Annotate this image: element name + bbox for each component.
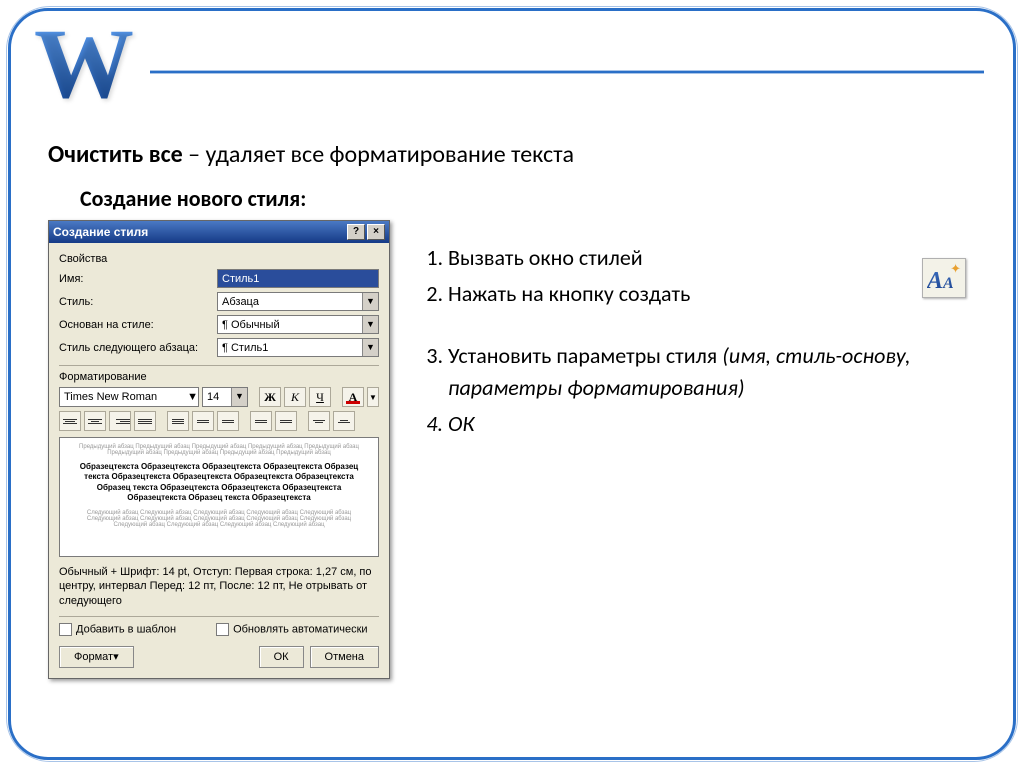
new-style-icon[interactable]: ✦ AA xyxy=(922,258,966,298)
label-style: Стиль: xyxy=(59,296,209,308)
basedon-combo[interactable]: ¶ Обычный▼ xyxy=(217,315,379,334)
header-rule xyxy=(150,70,984,74)
preview-sample: Образецтекста Образецтекста Образецтекст… xyxy=(74,462,364,504)
group-properties: Свойства xyxy=(59,253,379,265)
chevron-down-icon: ▼ xyxy=(362,339,378,356)
cancel-button[interactable]: Отмена xyxy=(310,646,379,668)
chevron-down-icon: ▼ xyxy=(187,391,198,403)
nextpara-combo[interactable]: ¶ Стиль1▼ xyxy=(217,338,379,357)
dialog-title: Создание стиля xyxy=(53,225,148,239)
heading: Очистить все – удаляет все форматировани… xyxy=(48,140,976,169)
font-size-combo[interactable]: 14▼ xyxy=(202,387,248,407)
dialog-titlebar: Создание стиля ? × xyxy=(49,221,389,243)
linespacing-15-button[interactable] xyxy=(192,411,214,431)
name-field[interactable]: Стиль1 xyxy=(217,269,379,288)
italic-button[interactable]: К xyxy=(284,387,306,407)
step-1: Вызвать окно стилей xyxy=(448,242,976,274)
chevron-down-icon: ▼ xyxy=(362,293,378,310)
steps-list: Вызвать окно стилей Нажать на кнопку соз… xyxy=(420,242,976,443)
heading-bold: Очистить все xyxy=(48,140,183,169)
linespacing-2-button[interactable] xyxy=(217,411,239,431)
heading-rest: – удаляет все форматирование текста xyxy=(183,140,574,169)
content: Очистить все – удаляет все форматировани… xyxy=(48,140,976,728)
step-3: Установить параметры стиля (имя, стиль-о… xyxy=(448,340,976,404)
underline-button[interactable]: Ч xyxy=(309,387,331,407)
ok-button[interactable]: ОК xyxy=(259,646,304,668)
space-before-inc-button[interactable] xyxy=(250,411,272,431)
font-color-button[interactable]: A xyxy=(342,387,364,407)
indent-dec-button[interactable] xyxy=(308,411,330,431)
align-right-button[interactable] xyxy=(109,411,131,431)
style-combo[interactable]: Абзаца▼ xyxy=(217,292,379,311)
letters-aa-icon: AA xyxy=(927,268,954,295)
subheading: Создание нового стиля: xyxy=(80,185,976,212)
label-nextpara: Стиль следующего абзаца: xyxy=(59,342,209,354)
help-button[interactable]: ? xyxy=(347,224,365,240)
align-left-button[interactable] xyxy=(59,411,81,431)
font-name-combo[interactable]: Times New Roman▼ xyxy=(59,387,199,407)
chevron-down-icon[interactable]: ▼ xyxy=(367,387,379,407)
group-formatting: Форматирование xyxy=(59,371,379,383)
chevron-down-icon: ▼ xyxy=(362,316,378,333)
space-before-dec-button[interactable] xyxy=(275,411,297,431)
align-justify-button[interactable] xyxy=(134,411,156,431)
linespacing-1-button[interactable] xyxy=(167,411,189,431)
word-logo: W xyxy=(34,24,134,104)
indent-inc-button[interactable] xyxy=(333,411,355,431)
create-style-dialog: Создание стиля ? × Свойства Имя: Стиль1 … xyxy=(48,220,390,679)
step-2: Нажать на кнопку создать xyxy=(448,278,976,310)
preview-box: Предыдущий абзац Предыдущий абзац Предыд… xyxy=(59,437,379,557)
label-basedon: Основан на стиле: xyxy=(59,319,209,331)
auto-update-check[interactable]: Обновлять автоматически xyxy=(216,623,368,636)
step-4: ОК xyxy=(448,408,976,440)
align-center-button[interactable] xyxy=(84,411,106,431)
style-summary: Обычный + Шрифт: 14 pt, Отступ: Первая с… xyxy=(59,565,379,608)
bold-button[interactable]: Ж xyxy=(259,387,281,407)
close-button[interactable]: × xyxy=(367,224,385,240)
format-button[interactable]: Формат ▾ xyxy=(59,646,134,668)
add-to-template-check[interactable]: Добавить в шаблон xyxy=(59,623,176,636)
label-name: Имя: xyxy=(59,273,209,285)
chevron-down-icon: ▼ xyxy=(231,388,247,406)
